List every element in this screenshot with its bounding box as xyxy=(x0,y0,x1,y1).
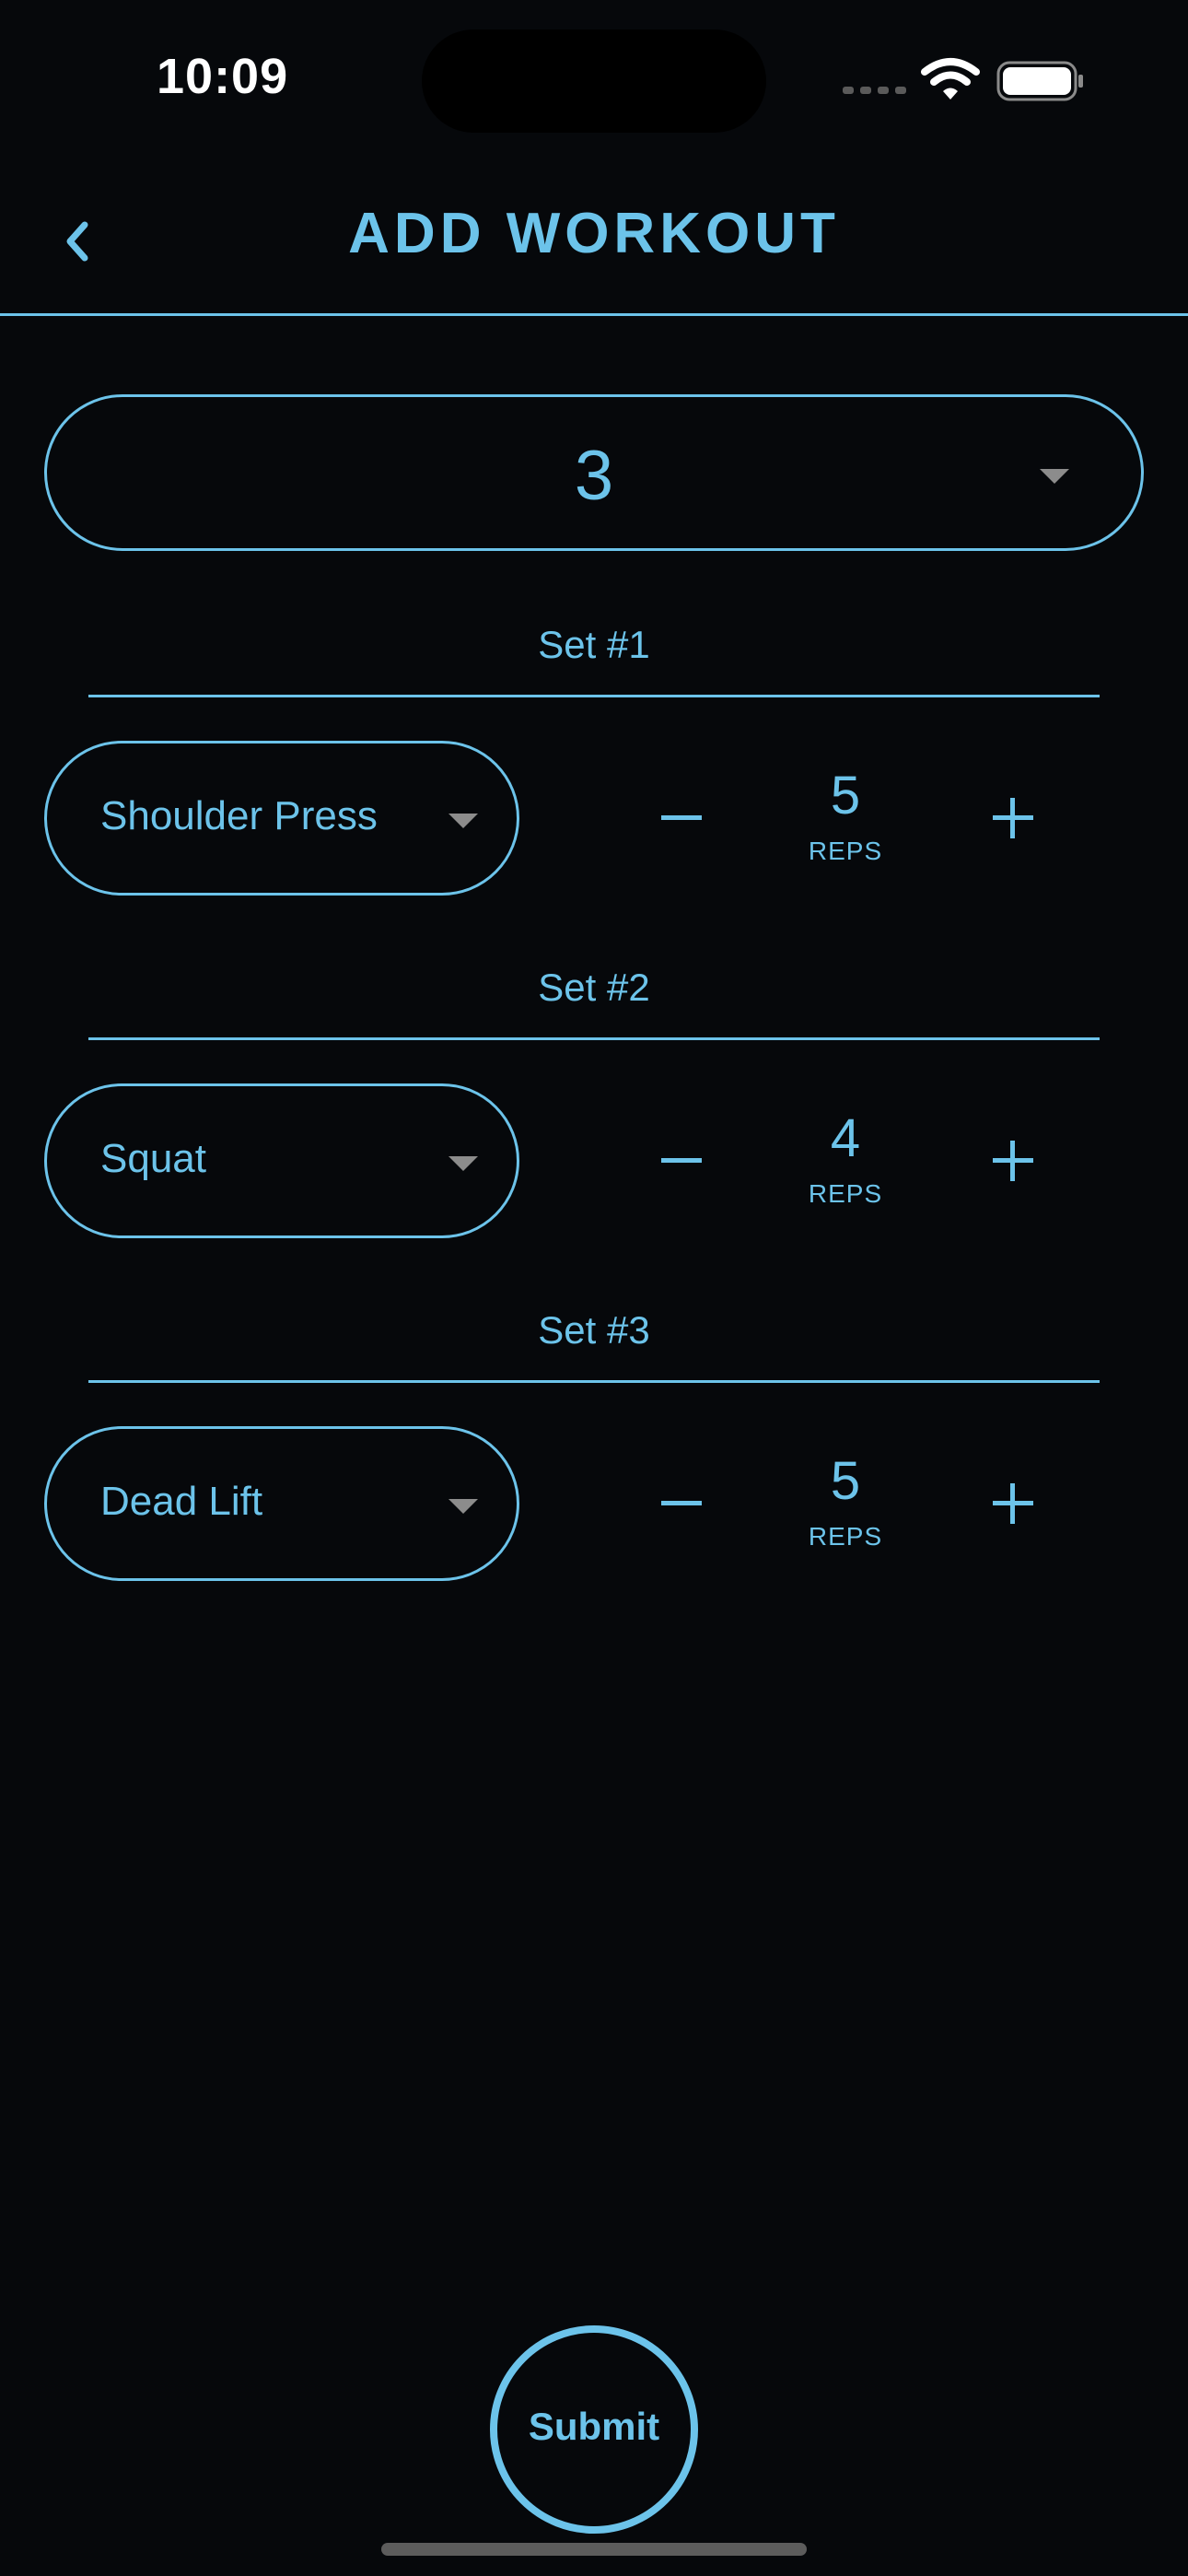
exercise-name: Dead Lift xyxy=(100,1479,263,1524)
submit-label: Submit xyxy=(528,2405,660,2448)
decrement-reps-button[interactable] xyxy=(645,1467,718,1540)
minus-icon xyxy=(661,1501,702,1505)
nav-header: ADD WORKOUT xyxy=(0,157,1188,316)
home-indicator xyxy=(381,2543,807,2556)
page-title: ADD WORKOUT xyxy=(348,202,840,265)
exercise-dropdown[interactable]: Squat xyxy=(44,1083,519,1238)
exercise-dropdown[interactable]: Dead Lift xyxy=(44,1426,519,1581)
dropdown-triangle-icon xyxy=(448,1156,478,1171)
plus-icon-vertical xyxy=(1010,798,1015,838)
set-divider xyxy=(88,695,1100,697)
increment-reps-button[interactable] xyxy=(976,781,1050,855)
dropdown-triangle-icon xyxy=(448,814,478,828)
cellular-signal-icon xyxy=(843,87,906,94)
set-count-dropdown[interactable]: 3 xyxy=(44,394,1144,551)
dropdown-triangle-icon xyxy=(448,1499,478,1514)
reps-value: 5 xyxy=(830,1451,861,1511)
increment-reps-button[interactable] xyxy=(976,1124,1050,1198)
status-time: 10:09 xyxy=(157,49,289,104)
set-label: Set #3 xyxy=(538,1308,650,1352)
increment-reps-button[interactable] xyxy=(976,1467,1050,1540)
reps-unit: REPS xyxy=(808,837,883,865)
submit-button[interactable]: Submit xyxy=(490,2325,698,2534)
minus-icon xyxy=(661,1158,702,1163)
exercise-dropdown[interactable]: Shoulder Press xyxy=(44,741,519,896)
set-label: Set #2 xyxy=(538,966,650,1009)
exercise-name: Shoulder Press xyxy=(100,793,378,838)
dynamic-island xyxy=(422,29,766,133)
plus-icon-vertical xyxy=(1010,1483,1015,1524)
reps-unit: REPS xyxy=(808,1522,883,1551)
minus-icon xyxy=(661,815,702,820)
reps-value: 4 xyxy=(830,1108,861,1168)
reps-unit: REPS xyxy=(808,1179,883,1208)
status-bar: 10:09 xyxy=(0,0,1188,157)
dropdown-triangle-icon xyxy=(1040,469,1069,484)
decrement-reps-button[interactable] xyxy=(645,1124,718,1198)
wifi-icon xyxy=(921,58,980,100)
plus-icon-vertical xyxy=(1010,1141,1015,1181)
set-divider xyxy=(88,1037,1100,1040)
decrement-reps-button[interactable] xyxy=(645,781,718,855)
reps-value: 5 xyxy=(830,766,861,825)
set-count-value: 3 xyxy=(574,437,614,515)
set-label: Set #1 xyxy=(538,623,650,666)
exercise-name: Squat xyxy=(100,1136,206,1181)
battery-icon xyxy=(996,61,1083,101)
set-divider xyxy=(88,1380,1100,1383)
